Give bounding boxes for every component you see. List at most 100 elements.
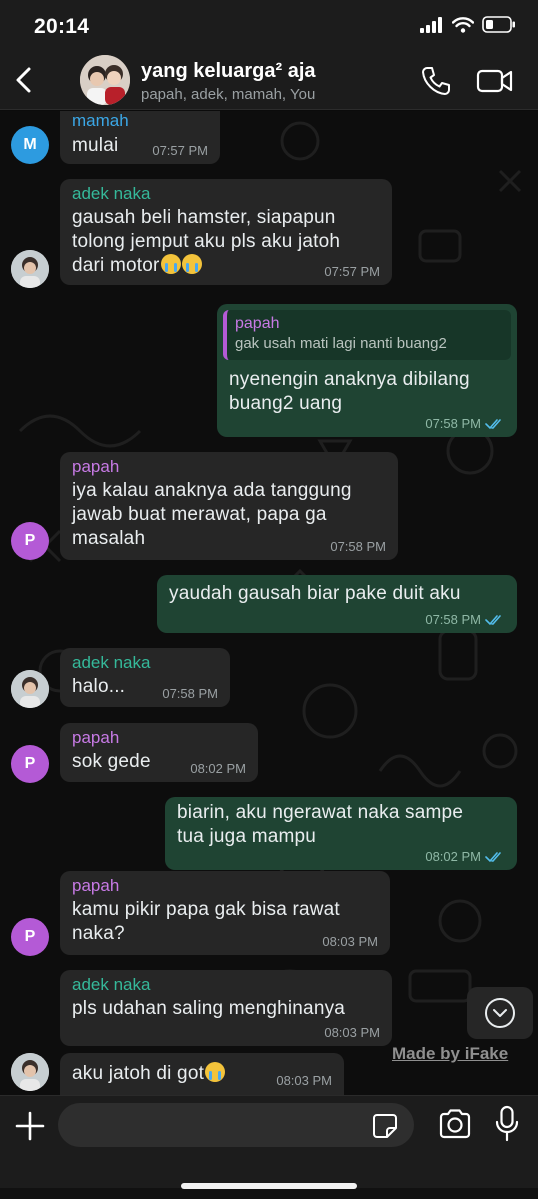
- video-camera-icon: [476, 69, 513, 93]
- group-avatar[interactable]: [80, 55, 130, 105]
- sender-avatar-papah[interactable]: P: [11, 918, 49, 956]
- watermark: Made by iFake: [392, 1044, 509, 1063]
- message-text-line: kamu pikir papa gak bisa rawat: [72, 899, 340, 920]
- message-input[interactable]: [58, 1103, 414, 1147]
- message-text: yaudah gausah biar pake duit aku: [169, 583, 461, 604]
- avatar-initial: P: [24, 532, 36, 549]
- message-bubble[interactable]: papah kamu pikir papa gak bisa rawat nak…: [60, 871, 390, 955]
- time-label: 07:58 PM: [425, 612, 481, 627]
- message-time: 07:57 PM: [152, 143, 208, 158]
- voice-call-button[interactable]: [420, 65, 452, 97]
- message-bubble[interactable]: adek naka pls udahan saling menghinanya …: [60, 970, 392, 1046]
- sender-avatar-adek-naka[interactable]: [11, 670, 49, 708]
- message-time: 07:57 PM: [324, 264, 380, 279]
- keyboard-strip: [0, 1188, 538, 1199]
- sender-name: adek naka: [72, 653, 151, 672]
- avatar-initial: P: [24, 755, 36, 772]
- outgoing-message-bubble[interactable]: papah gak usah mati lagi nanti buang2 ny…: [217, 304, 517, 437]
- message-bubble[interactable]: adek naka gausah beli hamster, siapapun …: [60, 179, 392, 285]
- home-indicator[interactable]: [181, 1183, 357, 1189]
- quoted-sender: papah: [235, 315, 280, 332]
- message-bubble[interactable]: mamah mulai 07:57 PM: [60, 111, 220, 164]
- message-text-line: buang2 uang: [229, 393, 343, 414]
- microphone-button[interactable]: [494, 1105, 520, 1143]
- message-text: dari motor: [72, 255, 160, 276]
- sender-avatar-adek-naka[interactable]: [11, 1053, 49, 1091]
- back-button[interactable]: [8, 63, 38, 97]
- sender-avatar-papah[interactable]: P: [11, 745, 49, 783]
- time-label: 07:58 PM: [330, 539, 386, 554]
- sticker-icon: [373, 1114, 397, 1138]
- message-time: 07:58 PM: [162, 686, 218, 701]
- video-call-button[interactable]: [476, 67, 514, 95]
- phone-icon: [422, 67, 450, 95]
- time-label: 08:02 PM: [425, 849, 481, 864]
- message-bubble[interactable]: papah sok gede 08:02 PM: [60, 723, 258, 782]
- sender-avatar-papah[interactable]: P: [11, 522, 49, 560]
- message-bubble[interactable]: papah iya kalau anaknya ada tanggung jaw…: [60, 452, 398, 560]
- chat-header: yang keluarga² aja papah, adek, mamah, Y…: [0, 50, 538, 110]
- message-text: aku jatoh di got: [72, 1063, 205, 1084]
- outgoing-message-bubble[interactable]: biarin, aku ngerawat naka sampe tua juga…: [165, 797, 517, 870]
- message-text-line: tolong jemput aku pls aku jatoh: [72, 231, 341, 252]
- message-time: 08:03 PM: [322, 934, 378, 949]
- message-time: 08:02 PM: [190, 761, 246, 776]
- message-time: 08:03 PM: [276, 1073, 332, 1088]
- double-check-icon: [485, 614, 501, 625]
- scroll-down-button[interactable]: [467, 987, 533, 1039]
- avatar-initial: P: [24, 928, 36, 945]
- message-time: 07:58 PM: [425, 416, 505, 431]
- crying-emoji-icon: [160, 254, 181, 274]
- message-text-line: biarin, aku ngerawat naka sampe: [177, 802, 464, 823]
- status-icons: [420, 16, 516, 33]
- quoted-text: gak usah mati lagi nanti buang2: [235, 335, 447, 352]
- status-bar: 20:14: [0, 0, 538, 50]
- message-time: 08:02 PM: [425, 849, 505, 864]
- sender-name: papah: [72, 728, 120, 747]
- message-text-line: nyenengin anaknya dibilang: [229, 369, 470, 390]
- group-photo-icon: [80, 55, 130, 105]
- sender-name: papah: [72, 876, 120, 895]
- camera-button[interactable]: [438, 1108, 472, 1140]
- time-label: 08:02 PM: [190, 761, 246, 776]
- time-label: 08:03 PM: [322, 934, 378, 949]
- sticker-button[interactable]: [372, 1113, 398, 1139]
- message-text-line: tua juga mampu: [177, 826, 317, 847]
- message-text: pls udahan saling menghinanya: [72, 998, 346, 1019]
- camera-icon: [439, 1109, 471, 1139]
- sender-name: adek naka: [72, 184, 151, 203]
- microphone-icon: [495, 1105, 519, 1142]
- sender-avatar-mamah[interactable]: M: [11, 126, 49, 164]
- time-label: 07:57 PM: [152, 143, 208, 158]
- message-bubble[interactable]: aku jatoh di got 08:03 PM: [60, 1053, 344, 1095]
- quoted-message[interactable]: papah gak usah mati lagi nanti buang2: [223, 310, 511, 360]
- profile-photo-icon: [11, 250, 49, 288]
- attach-button[interactable]: [14, 1110, 46, 1142]
- back-chevron-icon: [16, 67, 31, 93]
- time-label: 07:58 PM: [425, 416, 481, 431]
- sender-name: papah: [72, 457, 120, 476]
- message-time: 07:58 PM: [330, 539, 386, 554]
- time-label: 08:03 PM: [324, 1025, 380, 1040]
- message-bubble[interactable]: adek naka halo... 07:58 PM: [60, 648, 230, 707]
- time-label: 07:58 PM: [162, 686, 218, 701]
- sender-avatar-adek-naka[interactable]: [11, 250, 49, 288]
- profile-photo-icon: [11, 1053, 49, 1091]
- double-check-icon: [485, 418, 501, 429]
- crying-emoji-icon: [205, 1062, 226, 1082]
- chat-area[interactable]: M mamah mulai 07:57 PM adek naka gausah …: [0, 111, 538, 1095]
- time-label: 08:03 PM: [276, 1073, 332, 1088]
- chat-participants[interactable]: papah, adek, mamah, You: [141, 86, 315, 103]
- battery-icon: [482, 16, 515, 33]
- sender-name: mamah: [72, 111, 129, 130]
- message-text-line: iya kalau anaknya ada tanggung: [72, 480, 352, 501]
- outgoing-message-bubble[interactable]: yaudah gausah biar pake duit aku 07:58 P…: [157, 575, 517, 633]
- status-time: 20:14: [34, 15, 90, 38]
- chevron-down-icon: [485, 998, 515, 1028]
- message-time: 08:03 PM: [324, 1025, 380, 1040]
- message-time: 07:58 PM: [425, 612, 505, 627]
- sender-name: adek naka: [72, 975, 151, 994]
- plus-icon: [15, 1111, 45, 1141]
- double-check-icon: [485, 851, 501, 862]
- chat-title[interactable]: yang keluarga² aja: [141, 60, 316, 83]
